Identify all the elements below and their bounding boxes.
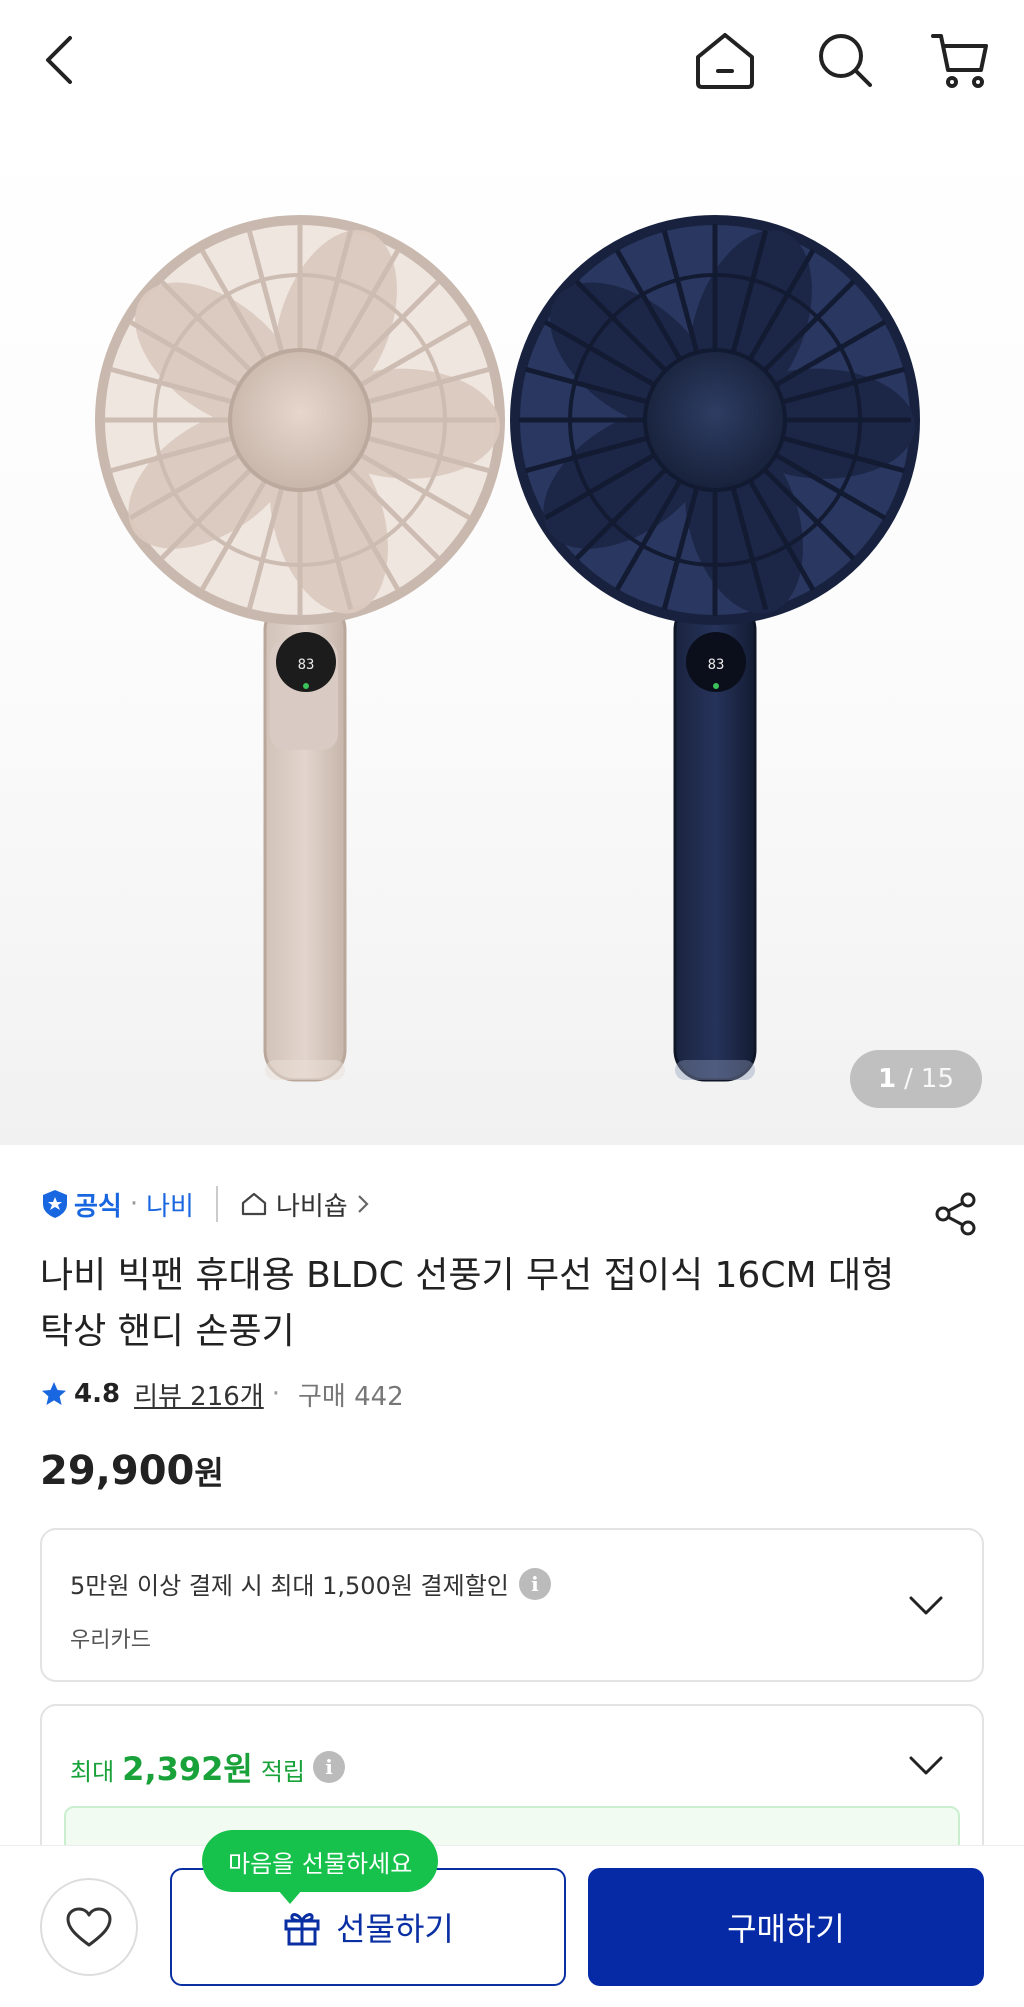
cart-button[interactable] <box>920 20 1000 100</box>
shield-check-icon <box>43 1190 67 1218</box>
gift-tooltip: 마음을 선물하세요 <box>202 1830 439 1904</box>
purchase-count: 구매 442 <box>297 1381 404 1412</box>
wishlist-button[interactable] <box>40 1878 138 1976</box>
cart-icon <box>931 34 988 88</box>
reward-amount: 2,392원 <box>122 1750 253 1788</box>
brand-row: 공식 · 나비 나비숍 <box>40 1180 984 1228</box>
search-icon <box>819 34 872 87</box>
official-badge: 공식 <box>40 1186 122 1223</box>
chevron-left-icon <box>46 36 72 84</box>
buy-label: 구매하기 <box>727 1910 845 1948</box>
discount-info: 5만원 이상 결제 시 최대 1,500원 결제할인 i <box>70 1566 551 1601</box>
share-icon <box>935 1192 976 1236</box>
search-button[interactable] <box>805 20 885 100</box>
review-count-link[interactable]: 리뷰 216개 <box>134 1376 264 1413</box>
brand-link[interactable]: 나비 <box>146 1186 194 1223</box>
gift-label: 선물하기 <box>336 1910 454 1948</box>
product-image-gallery[interactable]: 83 83 1 / 15 <box>0 120 1024 1145</box>
shop-name: 나비숍 <box>275 1191 348 1222</box>
svg-text:83: 83 <box>708 657 725 673</box>
chevron-down-icon <box>909 1596 943 1615</box>
discount-text: 5만원 이상 결제 시 최대 1,500원 결제할인 <box>70 1572 509 1600</box>
image-counter-current: 1 <box>878 1064 897 1094</box>
heart-icon <box>66 1907 112 1947</box>
beige-fan: 83 <box>95 215 505 1082</box>
product-info: 공식 · 나비 나비숍 나비 빅팬 휴대용 BLDC 선풍기 무선 접이식 16… <box>40 1180 984 1414</box>
image-counter-total: 15 <box>920 1064 954 1094</box>
info-icon[interactable]: i <box>518 1567 551 1600</box>
card-discount-accordion[interactable]: 5만원 이상 결제 시 최대 1,500원 결제할인 i 우리카드 <box>40 1528 984 1682</box>
separator-dot: · <box>129 1189 139 1219</box>
expand-button[interactable] <box>906 1746 946 1786</box>
official-label: 공식 <box>74 1191 122 1222</box>
reward-info: 최대 2,392원 적립 i <box>70 1744 346 1790</box>
gift-icon <box>284 1913 320 1946</box>
info-icon[interactable]: i <box>313 1751 346 1783</box>
reward-suffix: 적립 <box>260 1758 306 1786</box>
product-price: 29,900원 <box>40 1448 224 1494</box>
rating-score: 4.8 <box>74 1379 121 1409</box>
chevron-down-icon <box>909 1756 943 1775</box>
navy-fan: 83 <box>510 215 920 1082</box>
svg-text:83: 83 <box>298 657 315 673</box>
separator-dot: · <box>271 1379 280 1409</box>
reward-prefix: 최대 <box>70 1758 115 1786</box>
price-value: 29,900 <box>40 1448 195 1494</box>
back-button[interactable] <box>20 20 100 100</box>
rating-row: 4.8 리뷰 216개 · 구매 442 <box>40 1374 984 1414</box>
star-icon <box>42 1382 66 1405</box>
product-title: 나비 빅팬 휴대용 BLDC 선풍기 무선 접이식 16CM 대형 탁상 핸디 … <box>40 1255 895 1352</box>
price-unit: 원 <box>194 1454 224 1492</box>
divider <box>215 1186 218 1222</box>
share-button[interactable] <box>926 1184 986 1244</box>
store-home-icon <box>241 1192 267 1216</box>
home-button[interactable] <box>685 20 765 100</box>
buy-button[interactable]: 구매하기 <box>588 1868 984 1986</box>
image-counter-separator: / <box>904 1064 913 1094</box>
home-icon <box>696 33 754 89</box>
expand-button[interactable] <box>906 1586 946 1626</box>
top-navigation-bar <box>0 0 1024 120</box>
chevron-right-icon <box>357 1195 369 1213</box>
card-name: 우리카드 <box>70 1628 151 1653</box>
bottom-action-bar: 선물하기 구매하기 <box>0 1845 1024 2007</box>
shop-link[interactable]: 나비숍 <box>240 1186 370 1223</box>
image-counter: 1 / 15 <box>850 1050 982 1108</box>
product-image: 83 83 <box>95 215 920 1082</box>
